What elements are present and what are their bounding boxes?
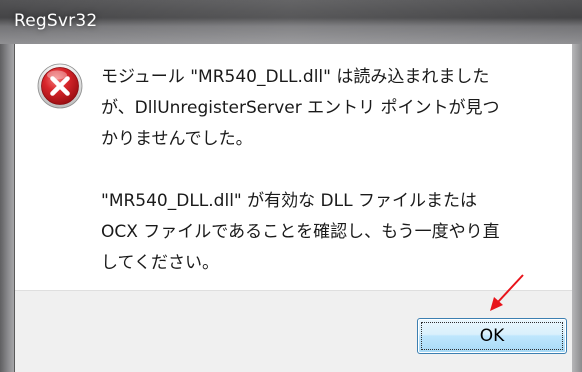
window-title: RegSvr32	[14, 11, 98, 31]
error-icon	[37, 63, 83, 109]
ok-button[interactable]: OK	[417, 318, 567, 354]
title-bar[interactable]: RegSvr32	[0, 0, 582, 44]
dialog-content: モジュール "MR540_DLL.dll" は読み込まれました が、DllUnr…	[15, 44, 572, 290]
window-frame-left	[0, 44, 14, 372]
ok-button-label: OK	[479, 326, 505, 346]
message-paragraph-1: モジュール "MR540_DLL.dll" は読み込まれました が、DllUnr…	[101, 67, 500, 149]
error-message: モジュール "MR540_DLL.dll" は読み込まれました が、DllUnr…	[101, 62, 561, 279]
dialog-button-bar: OK	[15, 290, 572, 372]
window-frame-right	[572, 44, 582, 372]
dialog-client-area: モジュール "MR540_DLL.dll" は読み込まれました が、DllUnr…	[14, 44, 572, 372]
message-paragraph-2: "MR540_DLL.dll" が有効な DLL ファイルまたは OCX ファイ…	[101, 191, 500, 273]
